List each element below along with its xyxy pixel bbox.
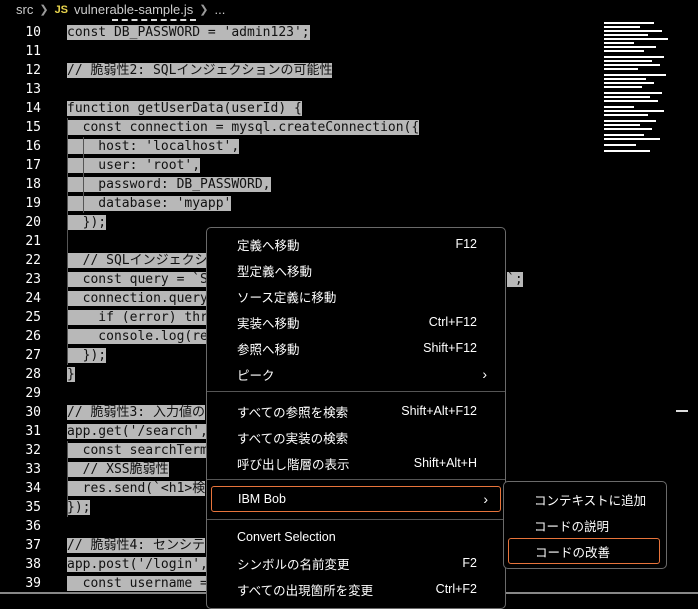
chevron-right-icon: ❯ <box>39 4 49 16</box>
code-line[interactable]: connection.query <box>67 289 208 308</box>
menu-separator <box>207 519 505 520</box>
menu-item-ibm-bob[interactable]: IBM Bob › <box>211 486 501 512</box>
line-number: 28 <box>25 367 41 382</box>
indent-guide <box>83 137 84 213</box>
line-number: 38 <box>25 557 41 572</box>
code-line[interactable]: }); <box>67 346 107 365</box>
code-line[interactable]: // 脆弱性2: SQLインジェクションの可能性 <box>67 61 333 80</box>
line-number: 22 <box>25 253 41 268</box>
line-number: 36 <box>25 519 41 534</box>
line-number: 11 <box>25 44 41 59</box>
menu-item-peek[interactable]: ピーク › <box>211 362 499 386</box>
line-number: 24 <box>25 291 41 306</box>
line-number: 35 <box>25 500 41 515</box>
code-line[interactable]: function getUserData(userId) { <box>67 99 302 118</box>
submenu-item-explain-code[interactable]: コードの説明 <box>508 513 658 537</box>
code-line[interactable]: res.send(`<h1>検 <box>67 479 206 498</box>
line-number: 33 <box>25 462 41 477</box>
menu-item-rename-symbol[interactable]: シンボルの名前変更 F2 <box>211 551 499 575</box>
submenu-item-add-to-context[interactable]: コンテキストに追加 <box>508 487 658 511</box>
ibm-bob-submenu: コンテキストに追加 コードの説明 コードの改善 <box>503 481 667 569</box>
code-line[interactable]: password: DB_PASSWORD, <box>67 175 271 194</box>
menu-separator <box>207 391 505 392</box>
line-number: 34 <box>25 481 41 496</box>
indent-guide <box>67 441 68 517</box>
menu-separator <box>207 479 505 480</box>
line-number: 12 <box>25 63 41 78</box>
breadcrumb-folder[interactable]: src <box>16 2 33 17</box>
code-line[interactable]: }); <box>67 213 107 232</box>
code-line[interactable]: host: 'localhost', <box>67 137 240 156</box>
breadcrumb-more[interactable]: ... <box>214 2 225 17</box>
line-number: 39 <box>25 576 41 591</box>
context-menu: 定義へ移動 F12 型定義へ移動 ソース定義に移動 実装へ移動 Ctrl+F12 参… <box>206 227 506 609</box>
menu-item-show-call-hierarchy[interactable]: 呼び出し階層の表示 Shift+Alt+H <box>211 451 499 475</box>
code-line[interactable]: app.post('/login', <box>67 555 208 574</box>
code-line-tail[interactable]: `; <box>507 270 523 289</box>
menu-item-go-to-references[interactable]: 参照へ移動 Shift+F12 <box>211 336 499 360</box>
line-number: 14 <box>25 101 41 116</box>
code-line[interactable]: // 脆弱性3: 入力値の <box>67 403 205 422</box>
line-number: 17 <box>25 158 41 173</box>
line-number: 26 <box>25 329 41 344</box>
code-line[interactable]: // 脆弱性4: センシテ <box>67 536 205 555</box>
code-line[interactable]: console.log(re <box>67 327 208 346</box>
menu-item-find-all-implementations[interactable]: すべての実装の検索 <box>211 425 499 449</box>
line-number: 15 <box>25 120 41 135</box>
line-number: 32 <box>25 443 41 458</box>
indent-guide <box>67 118 68 365</box>
code-line[interactable]: database: 'myapp' <box>67 194 232 213</box>
menu-item-go-to-implementation[interactable]: 実装へ移動 Ctrl+F12 <box>211 310 499 334</box>
code-line[interactable]: const connection = mysql.createConnectio… <box>67 118 420 137</box>
line-number: 29 <box>25 386 41 401</box>
menu-item-go-to-source-definition[interactable]: ソース定義に移動 <box>211 284 499 308</box>
code-line[interactable]: // SQLインジェクシ <box>67 251 208 270</box>
code-line[interactable]: user: 'root', <box>67 156 201 175</box>
line-number: 19 <box>25 196 41 211</box>
chevron-right-icon: › <box>482 366 487 382</box>
line-number: 21 <box>25 234 41 249</box>
menu-item-go-to-type-definition[interactable]: 型定義へ移動 <box>211 258 499 282</box>
code-line[interactable]: }); <box>67 498 91 517</box>
code-line[interactable]: const DB_PASSWORD = 'admin123'; <box>67 23 310 42</box>
line-number: 31 <box>25 424 41 439</box>
line-number: 13 <box>25 82 41 97</box>
line-number: 23 <box>25 272 41 287</box>
submenu-item-improve-code[interactable]: コードの改善 <box>508 538 660 564</box>
line-number: 10 <box>25 25 41 40</box>
menu-item-change-all-occurrences[interactable]: すべての出現箇所を変更 Ctrl+F2 <box>211 577 499 601</box>
line-number: 27 <box>25 348 41 363</box>
menu-item-convert-selection[interactable]: Convert Selection <box>211 525 499 549</box>
code-line[interactable]: const query = `S <box>67 270 208 289</box>
scrollbar-marker[interactable] <box>676 410 688 412</box>
chevron-right-icon: ❯ <box>199 4 209 16</box>
line-number: 30 <box>25 405 41 420</box>
code-line[interactable]: const searchTerm <box>67 441 208 460</box>
code-line[interactable]: if (error) thr <box>67 308 208 327</box>
line-number: 37 <box>25 538 41 553</box>
code-line[interactable]: } <box>67 365 75 384</box>
line-number: 20 <box>25 215 41 230</box>
code-line[interactable]: // XSS脆弱性 <box>67 460 169 479</box>
minimap[interactable] <box>604 20 676 160</box>
javascript-file-icon: JS <box>54 3 69 16</box>
line-number: 16 <box>25 139 41 154</box>
menu-item-go-to-definition[interactable]: 定義へ移動 F12 <box>211 232 499 256</box>
chevron-right-icon: › <box>483 491 488 507</box>
breadcrumb: src ❯ JS vulnerable-sample.js ❯ ... <box>0 0 698 19</box>
line-number: 25 <box>25 310 41 325</box>
code-line[interactable]: app.get('/search', <box>67 422 208 441</box>
breadcrumb-file[interactable]: vulnerable-sample.js <box>74 2 193 17</box>
line-number: 18 <box>25 177 41 192</box>
code-line[interactable]: const username = <box>67 574 208 591</box>
menu-item-find-all-references[interactable]: すべての参照を検索 Shift+Alt+F12 <box>211 399 499 423</box>
